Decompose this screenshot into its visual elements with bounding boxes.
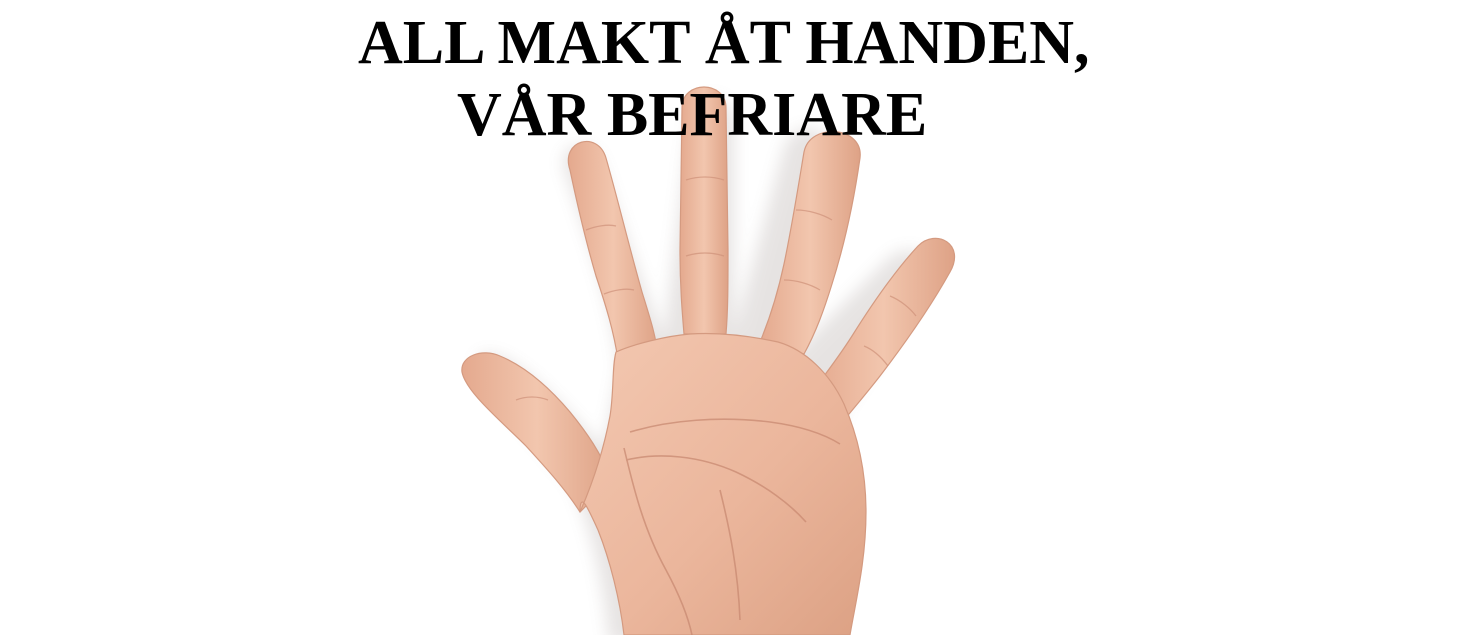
palm	[579, 332, 867, 635]
headline-line-2: VÅR BEFRIARE	[457, 81, 928, 149]
headline: ALL MAKT ÅT HANDEN, VÅR BEFRIARE	[0, 0, 1477, 160]
index-finger	[567, 141, 659, 361]
headline-line-1: ALL MAKT ÅT HANDEN,	[358, 9, 1090, 77]
